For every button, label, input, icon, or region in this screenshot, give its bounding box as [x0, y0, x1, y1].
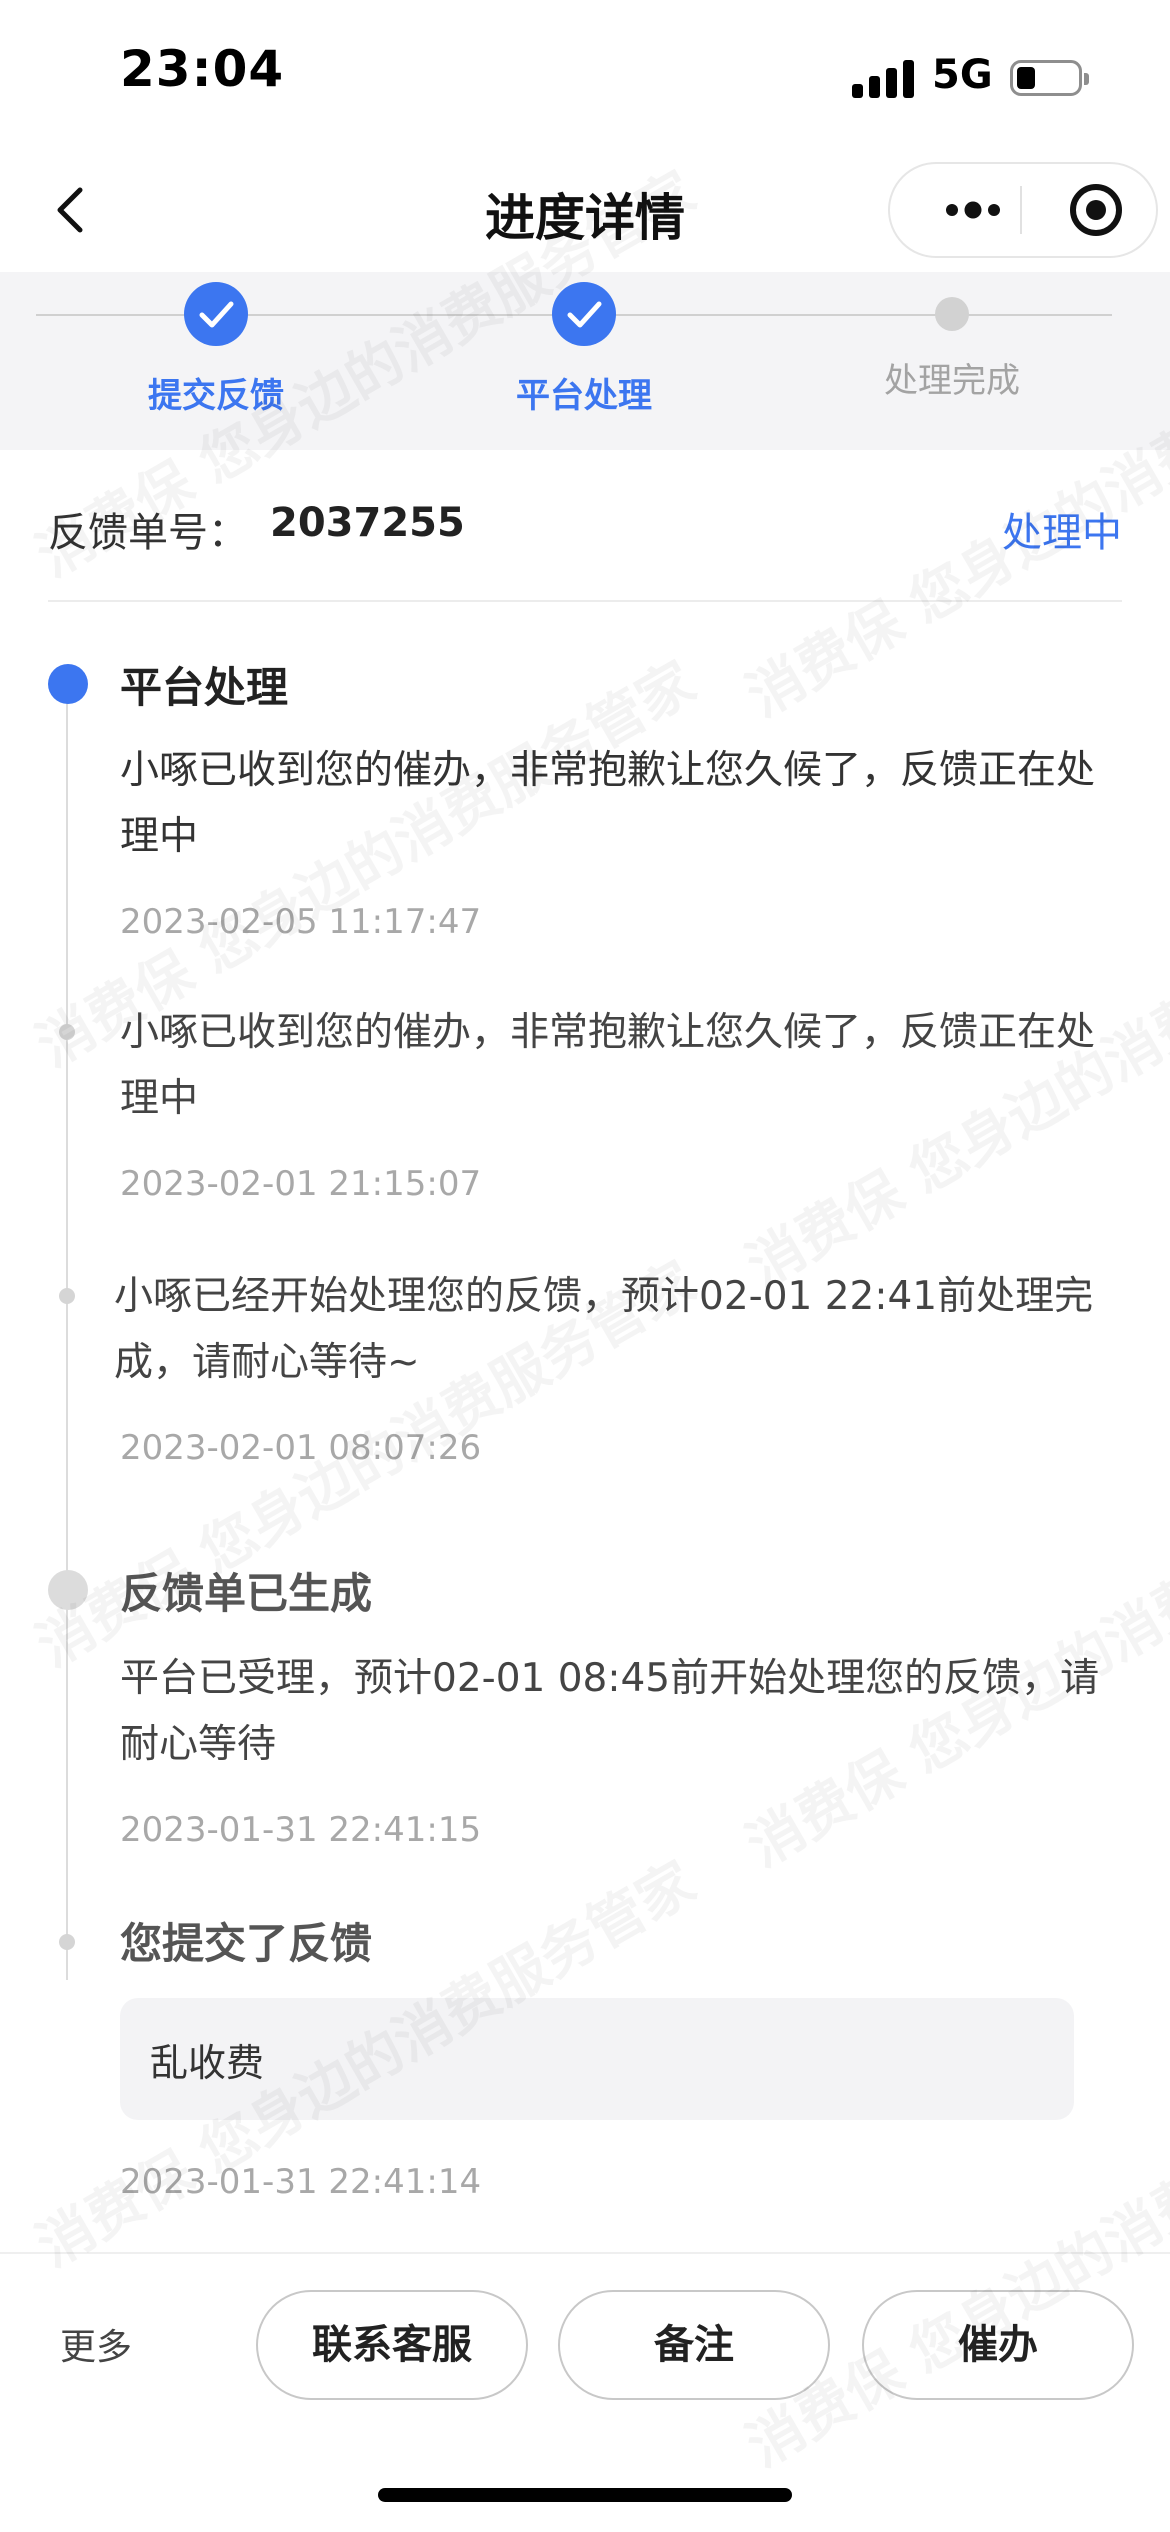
remark-button[interactable]: 备注: [558, 2290, 830, 2400]
status-badge: 处理中: [1002, 510, 1122, 556]
feedback-reason: 乱收费: [150, 2041, 265, 2085]
timeline-content: 小啄已收到您的催办，非常抱歉让您久候了，反馈正在处理中: [120, 1010, 1096, 1121]
order-info-row: 反馈单号： 2037255 处理中: [48, 490, 1122, 602]
timeline-dot-active: [48, 664, 88, 704]
contact-service-button[interactable]: 联系客服: [256, 2290, 528, 2400]
timeline-dot: [59, 1288, 75, 1304]
network-type: 5G: [932, 52, 993, 98]
timeline-line: [66, 680, 68, 1980]
timeline-time: 2023-02-01 21:15:07: [120, 1164, 482, 1204]
step-complete: 处理完成: [822, 282, 1082, 402]
timeline-content: 小啄已收到您的催办，非常抱歉让您久候了，反馈正在处理中: [120, 748, 1096, 859]
timeline-dot-inactive: [48, 1570, 88, 1610]
progress-timeline: 平台处理 小啄已收到您的催办，非常抱歉让您久候了，反馈正在处理中 2023-02…: [0, 640, 1170, 2240]
progress-stepper: 提交反馈 平台处理 处理完成: [0, 272, 1170, 450]
more-icon[interactable]: [928, 164, 1018, 256]
timeline-title: 您提交了反馈: [120, 1919, 373, 1968]
order-label: 反馈单号：: [48, 510, 248, 556]
timeline-title: 平台处理: [120, 663, 289, 712]
mini-program-capsule: [888, 162, 1158, 258]
step-label: 处理完成: [884, 361, 1020, 401]
target-icon[interactable]: [1050, 164, 1142, 256]
step-label: 平台处理: [516, 376, 652, 416]
status-time: 23:04: [120, 40, 285, 98]
timeline-time: 2023-02-01 08:07:26: [120, 1428, 482, 1468]
feedback-reason-box: 乱收费: [120, 1998, 1074, 2120]
nav-bar: 进度详情: [0, 150, 1170, 272]
timeline-time: 2023-01-31 22:41:15: [120, 1810, 482, 1850]
timeline-dot: [59, 1934, 75, 1950]
home-indicator: [378, 2488, 792, 2502]
pending-dot: [935, 297, 969, 331]
step-submit: 提交反馈: [86, 282, 346, 417]
capsule-divider: [1020, 186, 1022, 234]
step-label: 提交反馈: [148, 376, 284, 416]
check-icon: [552, 282, 616, 346]
order-number: 2037255: [270, 500, 465, 546]
timeline-dot: [59, 1024, 75, 1040]
timeline-time: 2023-01-31 22:41:14: [120, 2162, 482, 2202]
timeline-content: 小啄已经开始处理您的反馈，预计02-01 22:41前处理完成，请耐心等待~: [114, 1274, 1094, 1385]
more-link[interactable]: 更多: [60, 2318, 132, 2370]
step-platform: 平台处理: [454, 282, 714, 417]
timeline-title: 反馈单已生成: [120, 1569, 373, 1618]
timeline-content: 平台已受理，预计02-01 08:45前开始处理您的反馈，请耐心等待: [120, 1656, 1100, 1767]
status-bar: 23:04 5G: [0, 0, 1170, 150]
signal-icon: [852, 58, 914, 98]
battery-icon: [1010, 60, 1089, 96]
check-icon: [184, 282, 248, 346]
urge-button[interactable]: 催办: [862, 2290, 1134, 2400]
timeline-time: 2023-02-05 11:17:47: [120, 902, 482, 942]
